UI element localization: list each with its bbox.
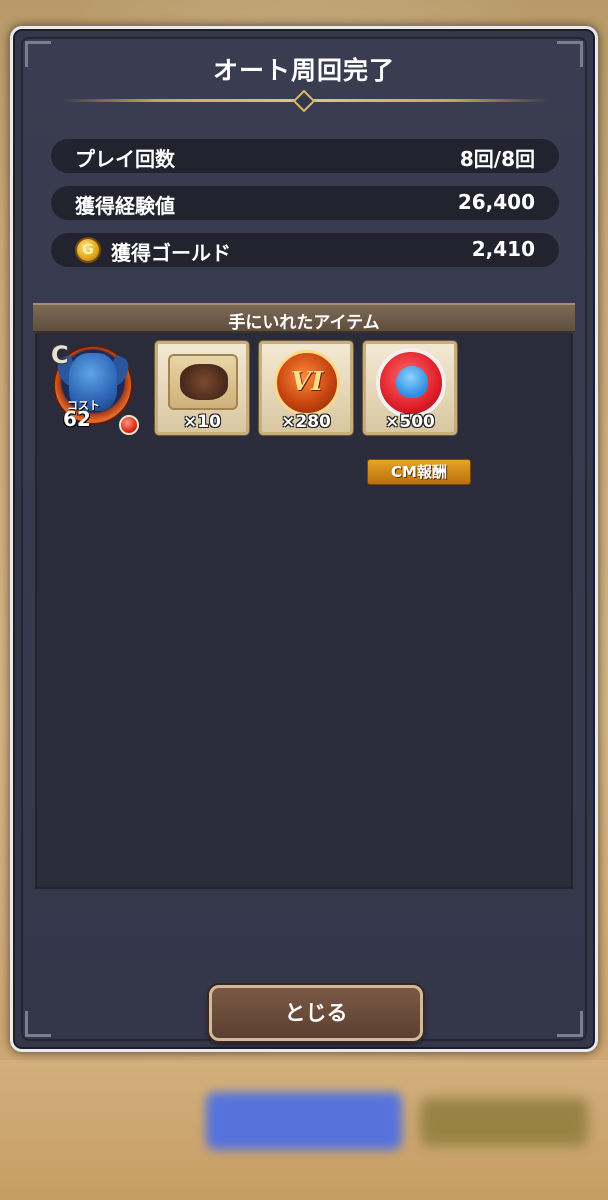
- monster-reward[interactable]: C コスト 62: [51, 341, 139, 435]
- item-tile-scroll[interactable]: ×10: [155, 341, 249, 435]
- stat-label: 獲得ゴールド: [111, 241, 231, 265]
- medal-glyph: VI: [290, 367, 324, 397]
- close-button[interactable]: とじる: [209, 985, 423, 1041]
- item-tile-medal[interactable]: VI ×280: [259, 341, 353, 435]
- rank-badge: C: [51, 341, 69, 369]
- stat-value: 2,410: [471, 237, 535, 261]
- slime-coin-icon: [376, 348, 446, 418]
- item-count: ×280: [281, 412, 331, 432]
- stat-row-play-count: プレイ回数 8回/8回: [51, 139, 559, 173]
- obtained-items-header: 手にいれたアイテム: [33, 303, 575, 333]
- frame-corner-ornament: [25, 1011, 51, 1037]
- stat-label: プレイ回数: [75, 147, 175, 171]
- scroll-artwork: [180, 364, 228, 400]
- medal-vi-icon: VI: [274, 350, 340, 416]
- item-count: ×10: [183, 412, 221, 432]
- item-tile-slime-coin[interactable]: ×500: [363, 341, 457, 435]
- obtained-items-title: 手にいれたアイテム: [228, 313, 380, 333]
- blurred-background-button: [206, 1092, 402, 1150]
- stat-row-experience: 獲得経験値 26,400: [51, 186, 559, 220]
- stat-label: 獲得経験値: [75, 194, 175, 218]
- item-count: ×500: [385, 412, 435, 432]
- stat-value: 8回/8回: [459, 147, 535, 171]
- cm-reward-ribbon: CM報酬: [367, 459, 471, 485]
- dialog-title: オート周回完了: [212, 56, 395, 85]
- frame-corner-ornament: [557, 1011, 583, 1037]
- orb-icon: [119, 415, 139, 435]
- blurred-background-button-secondary: [420, 1098, 588, 1146]
- scroll-icon: [168, 354, 238, 410]
- gold-coin-icon: G: [75, 237, 101, 263]
- cost-value: 62: [63, 407, 91, 431]
- stat-row-gold: G 獲得ゴールド 2,410: [51, 233, 559, 267]
- slime-icon: [396, 366, 428, 398]
- stat-value: 26,400: [457, 190, 535, 214]
- auto-run-result-dialog: オート周回完了 プレイ回数 8回/8回 獲得経験値 26,400 G 獲得ゴール…: [10, 26, 598, 1052]
